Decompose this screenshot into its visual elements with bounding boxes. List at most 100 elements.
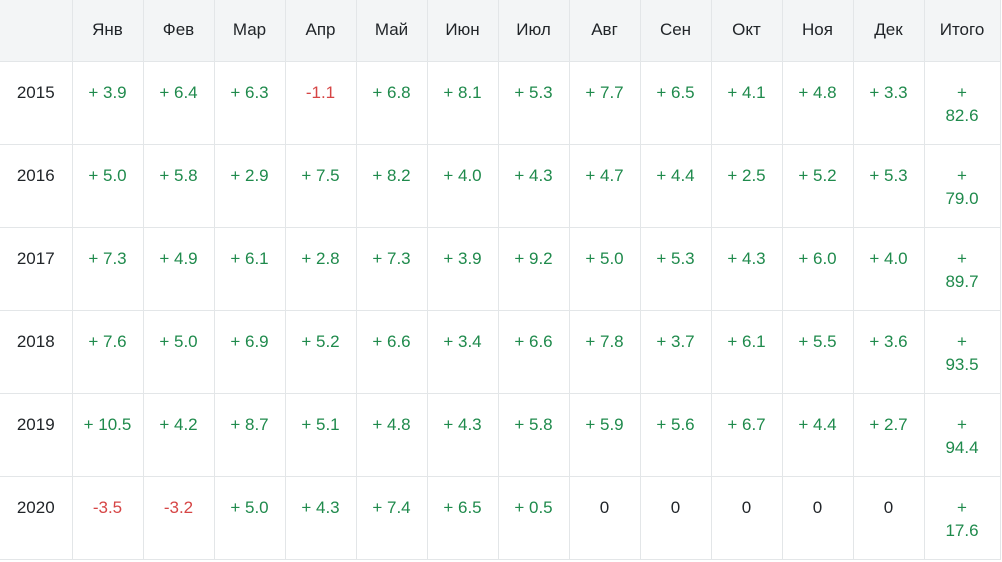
header-total: Итого [924,0,1001,62]
month-value-cell: 0 [853,476,925,560]
month-value-cell: + 5.8 [143,144,215,228]
month-value-cell: 0 [569,476,641,560]
header-month: Фев [143,0,215,62]
month-value-cell: + 7.3 [356,227,428,311]
month-value-cell: + 6.1 [214,227,286,311]
total-value-cell: + 17.6 [924,476,1001,560]
month-value-cell: + 6.6 [498,310,570,394]
month-value-cell: + 5.0 [72,144,144,228]
month-value-cell: + 6.6 [356,310,428,394]
year-cell: 2019 [0,393,73,477]
month-value-cell: + 3.4 [427,310,499,394]
year-cell: 2018 [0,310,73,394]
year-cell: 2017 [0,227,73,311]
month-value-cell: + 10.5 [72,393,144,477]
table-row: 2017 + 7.3 + 4.9 + 6.1 + 2.8 + 7.3 + 3.9 + 9.2 +… [0,227,1001,311]
month-value-cell: + 2.5 [711,144,783,228]
month-value-cell: + 7.8 [569,310,641,394]
month-value-cell: + 4.8 [782,61,854,145]
month-value-cell: + 6.7 [711,393,783,477]
total-value-cell: + 94.4 [924,393,1001,477]
month-value-cell: + 3.3 [853,61,925,145]
total-value-cell: + 79.0 [924,144,1001,228]
header-month: Май [356,0,428,62]
header-month: Янв [72,0,144,62]
month-value-cell: 0 [711,476,783,560]
month-value-cell: + 5.0 [143,310,215,394]
month-value-cell: + 4.3 [427,393,499,477]
month-value-cell: + 2.7 [853,393,925,477]
month-value-cell: + 4.3 [285,476,357,560]
month-value-cell: + 5.1 [285,393,357,477]
month-value-cell: + 7.4 [356,476,428,560]
total-value-cell: + 89.7 [924,227,1001,311]
month-value-cell: + 9.2 [498,227,570,311]
month-value-cell: + 4.2 [143,393,215,477]
month-value-cell: -3.2 [143,476,215,560]
month-value-cell: + 4.8 [356,393,428,477]
month-value-cell: + 4.1 [711,61,783,145]
table-row: 2020 -3.5 -3.2 + 5.0 + 4.3 + 7.4 + 6.5 + 0.5 0 0 0… [0,476,1001,560]
month-value-cell: + 6.5 [427,476,499,560]
month-value-cell: + 6.8 [356,61,428,145]
header-month: Дек [853,0,925,62]
month-value-cell: + 6.9 [214,310,286,394]
month-value-cell: + 4.3 [711,227,783,311]
table-row: 2018 + 7.6 + 5.0 + 6.9 + 5.2 + 6.6 + 3.4 + 6.6 +… [0,310,1001,394]
header-month: Сен [640,0,712,62]
month-value-cell: + 4.0 [853,227,925,311]
header-year [0,0,73,62]
table-row: 2016 + 5.0 + 5.8 + 2.9 + 7.5 + 8.2 + 4.0 + 4.3 +… [0,144,1001,228]
month-value-cell: + 3.6 [853,310,925,394]
month-value-cell: 0 [782,476,854,560]
month-value-cell: + 4.4 [782,393,854,477]
month-value-cell: + 4.9 [143,227,215,311]
month-value-cell: + 6.1 [711,310,783,394]
month-value-cell: + 6.4 [143,61,215,145]
month-value-cell: + 5.5 [782,310,854,394]
month-value-cell: + 6.0 [782,227,854,311]
month-value-cell: + 6.5 [640,61,712,145]
month-value-cell: + 8.1 [427,61,499,145]
table-header: Янв Фев Мар Апр Май Июн Июл Авг Сен Окт Ноя Дек Итог… [0,0,1001,62]
month-value-cell: + 6.3 [214,61,286,145]
month-value-cell: + 3.9 [427,227,499,311]
month-value-cell: + 8.2 [356,144,428,228]
year-cell: 2015 [0,61,73,145]
month-value-cell: + 5.0 [214,476,286,560]
month-value-cell: + 3.9 [72,61,144,145]
month-value-cell: + 5.6 [640,393,712,477]
month-value-cell: + 5.9 [569,393,641,477]
header-month: Мар [214,0,286,62]
year-cell: 2020 [0,476,73,560]
month-value-cell: + 5.2 [285,310,357,394]
month-value-cell: + 5.3 [640,227,712,311]
month-value-cell: + 2.8 [285,227,357,311]
header-month: Июн [427,0,499,62]
month-value-cell: + 5.3 [498,61,570,145]
month-value-cell: + 7.5 [285,144,357,228]
header-row: Янв Фев Мар Апр Май Июн Июл Авг Сен Окт Ноя Дек Итог… [0,0,1001,62]
month-value-cell: + 7.7 [569,61,641,145]
month-value-cell: + 4.3 [498,144,570,228]
header-month: Авг [569,0,641,62]
month-value-cell: 0 [640,476,712,560]
month-value-cell: -3.5 [72,476,144,560]
month-value-cell: + 7.3 [72,227,144,311]
month-value-cell: + 5.8 [498,393,570,477]
month-value-cell: + 5.0 [569,227,641,311]
month-value-cell: -1.1 [285,61,357,145]
table-row: 2019 + 10.5 + 4.2 + 8.7 + 5.1 + 4.8 + 4.3 + 5.8… [0,393,1001,477]
table-body: 2015 + 3.9 + 6.4 + 6.3 -1.1 + 6.8 + 8.1 + 5.3 + … [0,61,1001,560]
month-value-cell: + 5.3 [853,144,925,228]
month-value-cell: + 3.7 [640,310,712,394]
month-value-cell: + 2.9 [214,144,286,228]
month-value-cell: + 4.0 [427,144,499,228]
month-value-cell: + 4.7 [569,144,641,228]
total-value-cell: + 82.6 [924,61,1001,145]
table-row: 2015 + 3.9 + 6.4 + 6.3 -1.1 + 6.8 + 8.1 + 5.3 + … [0,61,1001,145]
year-cell: 2016 [0,144,73,228]
monthly-returns-table: Янв Фев Мар Апр Май Июн Июл Авг Сен Окт Ноя Дек Итог… [0,0,1001,560]
header-month: Ноя [782,0,854,62]
month-value-cell: + 5.2 [782,144,854,228]
